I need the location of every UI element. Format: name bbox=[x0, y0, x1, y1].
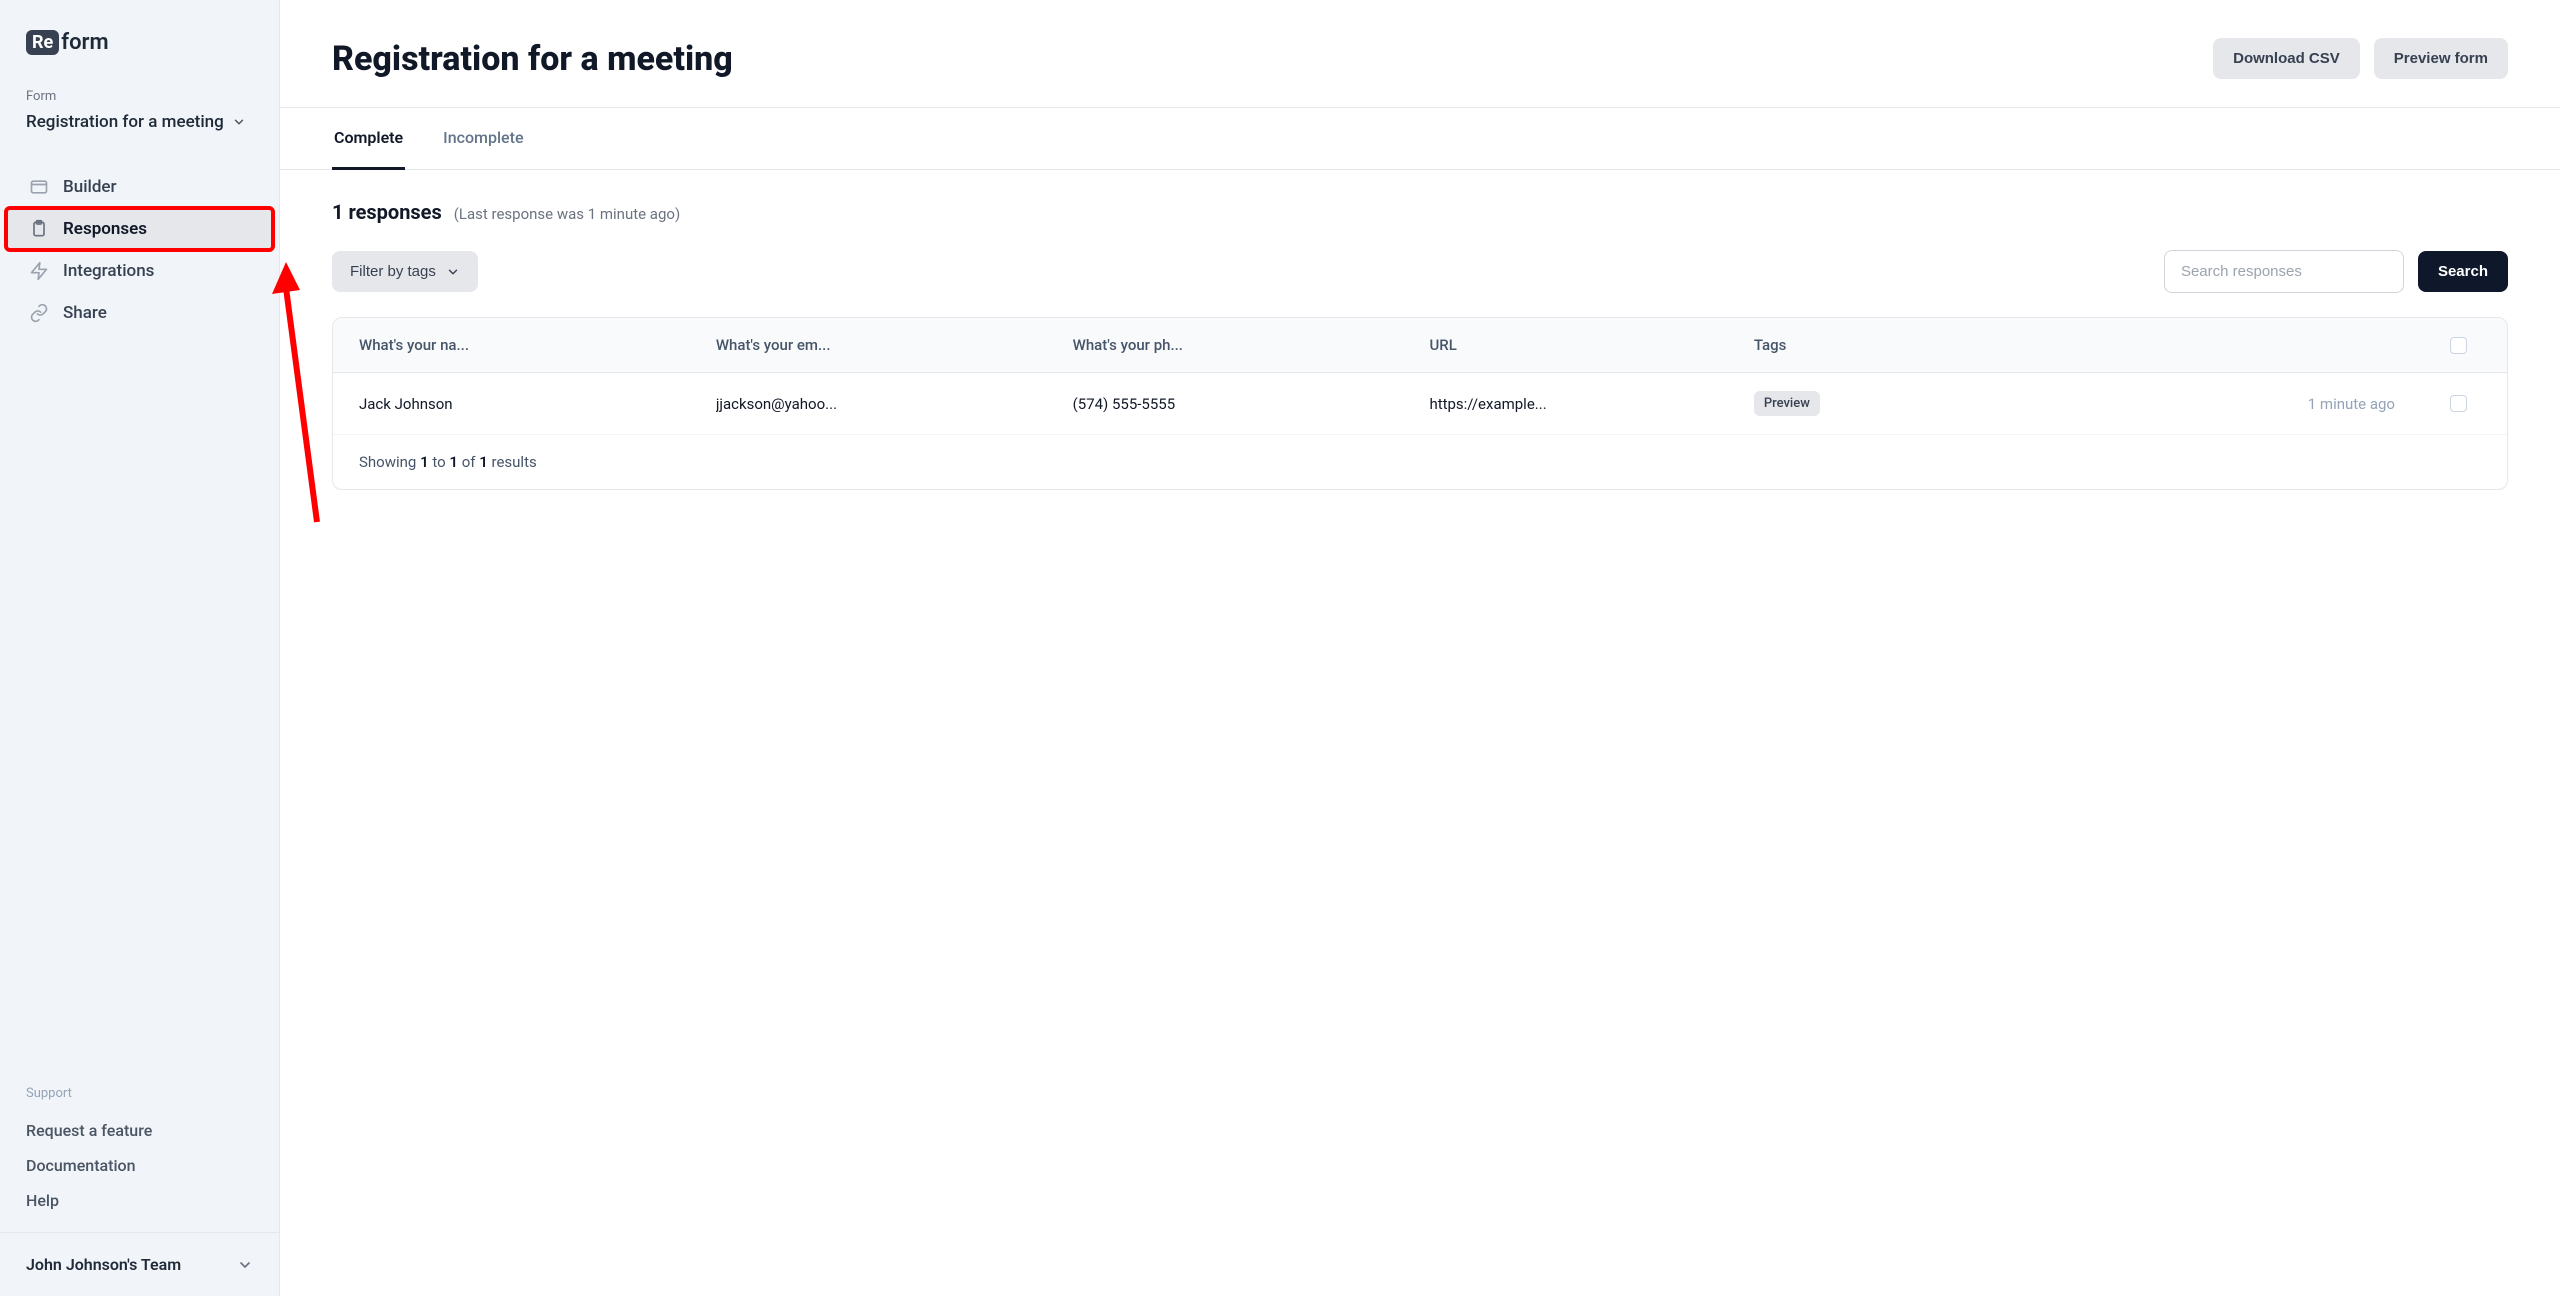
content: 1 responses (Last response was 1 minute … bbox=[280, 170, 2560, 520]
link-icon bbox=[29, 303, 49, 323]
toolbar: Filter by tags Search bbox=[332, 250, 2508, 293]
table-header-url[interactable]: URL bbox=[1429, 336, 1753, 354]
responses-table: What's your na... What's your em... What… bbox=[332, 317, 2508, 490]
cell-url: https://example... bbox=[1429, 395, 1753, 413]
tab-complete[interactable]: Complete bbox=[332, 108, 405, 170]
logo-badge: Re bbox=[26, 30, 59, 55]
footer-a: 1 bbox=[420, 453, 429, 471]
filter-by-tags-button[interactable]: Filter by tags bbox=[332, 251, 478, 292]
sidebar-item-responses[interactable]: Responses bbox=[6, 208, 273, 250]
table-footer: Showing 1 to 1 of 1 results bbox=[333, 435, 2507, 489]
sidebar-item-label: Responses bbox=[63, 219, 147, 239]
response-count: 1 responses bbox=[332, 200, 442, 224]
sidebar-item-share[interactable]: Share bbox=[0, 292, 279, 334]
row-checkbox[interactable] bbox=[2435, 395, 2481, 412]
page-header: Registration for a meeting Download CSV … bbox=[280, 0, 2560, 108]
cell-phone: (574) 555-5555 bbox=[1073, 395, 1430, 413]
team-switcher[interactable]: John Johnson's Team bbox=[0, 1232, 279, 1296]
cell-name: Jack Johnson bbox=[359, 395, 716, 413]
sidebar-item-integrations[interactable]: Integrations bbox=[0, 250, 279, 292]
form-selector[interactable]: Registration for a meeting bbox=[0, 104, 279, 132]
form-selector-name: Registration for a meeting bbox=[26, 112, 224, 132]
table-header-row: What's your na... What's your em... What… bbox=[333, 318, 2507, 373]
footer-b: 1 bbox=[449, 453, 458, 471]
footer-mid1: to bbox=[429, 453, 450, 471]
checkbox-icon bbox=[2450, 337, 2467, 354]
tag-badge[interactable]: Preview bbox=[1754, 391, 1820, 416]
sidebar-item-label: Builder bbox=[63, 177, 117, 197]
bolt-icon bbox=[29, 261, 49, 281]
cell-tags: Preview bbox=[1754, 391, 2143, 416]
table-header-tags[interactable]: Tags bbox=[1754, 336, 2143, 354]
main: Registration for a meeting Download CSV … bbox=[280, 0, 2560, 1296]
window-icon bbox=[29, 177, 49, 197]
header-actions: Download CSV Preview form bbox=[2213, 38, 2508, 79]
logo-text: form bbox=[61, 30, 108, 55]
cell-time: 1 minute ago bbox=[2143, 395, 2435, 413]
response-meta: (Last response was 1 minute ago) bbox=[454, 205, 680, 223]
table-header-phone[interactable]: What's your ph... bbox=[1073, 336, 1430, 354]
table-header-name[interactable]: What's your na... bbox=[359, 336, 716, 354]
search-wrap: Search bbox=[2164, 250, 2508, 293]
support-link-documentation[interactable]: Documentation bbox=[26, 1148, 253, 1183]
sidebar-item-label: Share bbox=[63, 303, 107, 323]
search-input[interactable] bbox=[2164, 250, 2404, 293]
chevron-down-icon bbox=[237, 1257, 253, 1273]
sidebar-item-builder[interactable]: Builder bbox=[0, 166, 279, 208]
support-block: Support Request a feature Documentation … bbox=[0, 1086, 279, 1232]
download-csv-button[interactable]: Download CSV bbox=[2213, 38, 2360, 79]
chevron-down-icon bbox=[446, 265, 460, 279]
page-title: Registration for a meeting bbox=[332, 39, 733, 79]
sidebar-form-label: Form bbox=[0, 89, 279, 104]
search-button[interactable]: Search bbox=[2418, 251, 2508, 292]
support-link-request-feature[interactable]: Request a feature bbox=[26, 1113, 253, 1148]
response-summary: 1 responses (Last response was 1 minute … bbox=[332, 200, 2508, 224]
footer-prefix: Showing bbox=[359, 453, 420, 471]
footer-mid2: of bbox=[458, 453, 479, 471]
sidebar-nav: Builder Responses Integrations Share bbox=[0, 166, 279, 334]
sidebar-item-label: Integrations bbox=[63, 261, 154, 281]
sidebar: Re form Form Registration for a meeting … bbox=[0, 0, 280, 1296]
tab-incomplete[interactable]: Incomplete bbox=[441, 108, 525, 170]
app-logo[interactable]: Re form bbox=[26, 30, 253, 55]
cell-email: jjackson@yahoo... bbox=[716, 395, 1073, 413]
table-header-checkbox[interactable] bbox=[2435, 337, 2481, 354]
filter-label: Filter by tags bbox=[350, 263, 436, 280]
chevron-down-icon bbox=[232, 115, 246, 129]
checkbox-icon bbox=[2450, 395, 2467, 412]
tabs: Complete Incomplete bbox=[280, 108, 2560, 170]
footer-c: 1 bbox=[479, 453, 488, 471]
clipboard-icon bbox=[29, 219, 49, 239]
support-link-help[interactable]: Help bbox=[26, 1183, 253, 1218]
table-row[interactable]: Jack Johnson jjackson@yahoo... (574) 555… bbox=[333, 373, 2507, 435]
footer-suffix: results bbox=[488, 453, 537, 471]
team-name: John Johnson's Team bbox=[26, 1255, 181, 1274]
preview-form-button[interactable]: Preview form bbox=[2374, 38, 2508, 79]
support-label: Support bbox=[26, 1086, 253, 1101]
table-header-email[interactable]: What's your em... bbox=[716, 336, 1073, 354]
